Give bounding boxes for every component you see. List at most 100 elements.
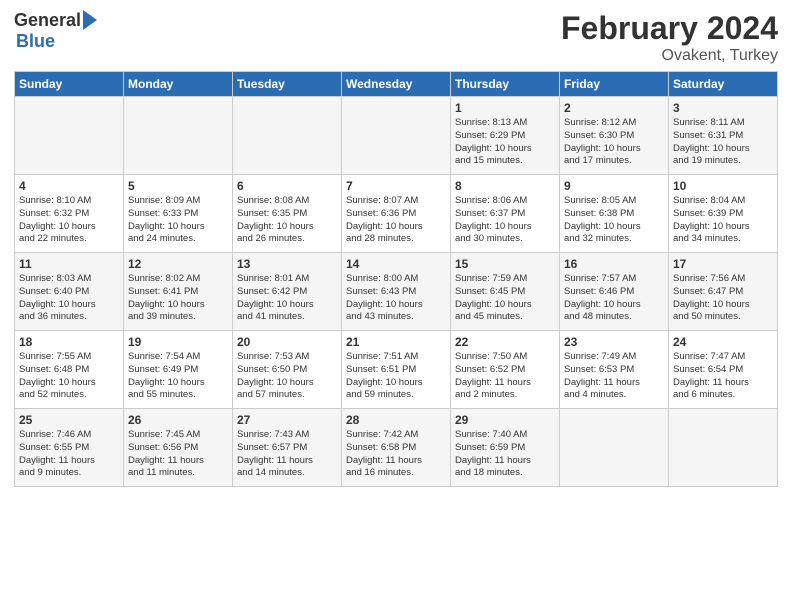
table-row: 5 Sunrise: 8:09 AM Sunset: 6:33 PM Daylig… — [124, 175, 233, 253]
date-number: 6 — [237, 179, 337, 193]
table-row: 8 Sunrise: 8:06 AM Sunset: 6:37 PM Daylig… — [451, 175, 560, 253]
main-title: February 2024 — [561, 10, 778, 47]
cell-details: Sunrise: 8:07 AM Sunset: 6:36 PM Dayligh… — [346, 195, 446, 246]
table-row: 11 Sunrise: 8:03 AM Sunset: 6:40 PM Dayli… — [15, 253, 124, 331]
logo: General Blue — [14, 10, 97, 52]
table-row: 27 Sunrise: 7:43 AM Sunset: 6:57 PM Dayli… — [233, 409, 342, 487]
cell-details: Sunrise: 8:01 AM Sunset: 6:42 PM Dayligh… — [237, 273, 337, 324]
table-row: 1 Sunrise: 8:13 AM Sunset: 6:29 PM Daylig… — [451, 97, 560, 175]
subtitle: Ovakent, Turkey — [561, 47, 778, 65]
date-number: 17 — [673, 257, 773, 271]
col-thursday: Thursday — [451, 72, 560, 97]
table-row: 17 Sunrise: 7:56 AM Sunset: 6:47 PM Dayli… — [669, 253, 778, 331]
date-number: 25 — [19, 413, 119, 427]
table-row: 3 Sunrise: 8:11 AM Sunset: 6:31 PM Daylig… — [669, 97, 778, 175]
cell-details: Sunrise: 8:08 AM Sunset: 6:35 PM Dayligh… — [237, 195, 337, 246]
logo-arrow-icon — [83, 10, 97, 30]
cell-details: Sunrise: 8:02 AM Sunset: 6:41 PM Dayligh… — [128, 273, 228, 324]
cell-details: Sunrise: 7:45 AM Sunset: 6:56 PM Dayligh… — [128, 429, 228, 480]
table-row: 24 Sunrise: 7:47 AM Sunset: 6:54 PM Dayli… — [669, 331, 778, 409]
table-row: 26 Sunrise: 7:45 AM Sunset: 6:56 PM Dayli… — [124, 409, 233, 487]
calendar-table: Sunday Monday Tuesday Wednesday Thursday… — [14, 71, 778, 487]
table-row — [15, 97, 124, 175]
cell-details: Sunrise: 7:47 AM Sunset: 6:54 PM Dayligh… — [673, 351, 773, 402]
table-row — [342, 97, 451, 175]
logo-blue-text: Blue — [16, 31, 55, 52]
calendar-header-row: Sunday Monday Tuesday Wednesday Thursday… — [15, 72, 778, 97]
date-number: 28 — [346, 413, 446, 427]
date-number: 20 — [237, 335, 337, 349]
calendar-week-row: 18 Sunrise: 7:55 AM Sunset: 6:48 PM Dayli… — [15, 331, 778, 409]
table-row: 12Sunrise: 8:02 AM Sunset: 6:41 PM Dayli… — [124, 253, 233, 331]
table-row: 25 Sunrise: 7:46 AM Sunset: 6:55 PM Dayli… — [15, 409, 124, 487]
col-sunday: Sunday — [15, 72, 124, 97]
cell-details: Sunrise: 8:10 AM Sunset: 6:32 PM Dayligh… — [19, 195, 119, 246]
date-number: 24 — [673, 335, 773, 349]
date-number: 8 — [455, 179, 555, 193]
table-row — [669, 409, 778, 487]
date-number: 16 — [564, 257, 664, 271]
date-number: 3 — [673, 101, 773, 115]
cell-details: Sunrise: 8:00 AM Sunset: 6:43 PM Dayligh… — [346, 273, 446, 324]
date-number: 15 — [455, 257, 555, 271]
page-container: General Blue February 2024 Ovakent, Turk… — [0, 0, 792, 495]
cell-details: Sunrise: 7:53 AM Sunset: 6:50 PM Dayligh… — [237, 351, 337, 402]
date-number: 2 — [564, 101, 664, 115]
table-row: 18 Sunrise: 7:55 AM Sunset: 6:48 PM Dayli… — [15, 331, 124, 409]
table-row — [233, 97, 342, 175]
table-row: 10Sunrise: 8:04 AM Sunset: 6:39 PM Dayli… — [669, 175, 778, 253]
cell-details: Sunrise: 7:54 AM Sunset: 6:49 PM Dayligh… — [128, 351, 228, 402]
date-number: 18 — [19, 335, 119, 349]
date-number: 4 — [19, 179, 119, 193]
date-number: 7 — [346, 179, 446, 193]
calendar-week-row: 25 Sunrise: 7:46 AM Sunset: 6:55 PM Dayli… — [15, 409, 778, 487]
col-wednesday: Wednesday — [342, 72, 451, 97]
date-number: 1 — [455, 101, 555, 115]
cell-details: Sunrise: 7:46 AM Sunset: 6:55 PM Dayligh… — [19, 429, 119, 480]
cell-details: Sunrise: 8:09 AM Sunset: 6:33 PM Dayligh… — [128, 195, 228, 246]
table-row: 23Sunrise: 7:49 AM Sunset: 6:53 PM Dayli… — [560, 331, 669, 409]
cell-details: Sunrise: 7:42 AM Sunset: 6:58 PM Dayligh… — [346, 429, 446, 480]
date-number: 27 — [237, 413, 337, 427]
cell-details: Sunrise: 7:51 AM Sunset: 6:51 PM Dayligh… — [346, 351, 446, 402]
cell-details: Sunrise: 7:43 AM Sunset: 6:57 PM Dayligh… — [237, 429, 337, 480]
date-number: 21 — [346, 335, 446, 349]
calendar-week-row: 11 Sunrise: 8:03 AM Sunset: 6:40 PM Dayli… — [15, 253, 778, 331]
cell-details: Sunrise: 7:59 AM Sunset: 6:45 PM Dayligh… — [455, 273, 555, 324]
table-row: 21 Sunrise: 7:51 AM Sunset: 6:51 PM Dayli… — [342, 331, 451, 409]
cell-details: Sunrise: 7:55 AM Sunset: 6:48 PM Dayligh… — [19, 351, 119, 402]
table-row: 22 Sunrise: 7:50 AM Sunset: 6:52 PM Dayli… — [451, 331, 560, 409]
logo-general-text: General — [14, 10, 81, 31]
date-number: 26 — [128, 413, 228, 427]
cell-details: Sunrise: 8:11 AM Sunset: 6:31 PM Dayligh… — [673, 117, 773, 168]
date-number: 22 — [455, 335, 555, 349]
col-tuesday: Tuesday — [233, 72, 342, 97]
cell-details: Sunrise: 8:13 AM Sunset: 6:29 PM Dayligh… — [455, 117, 555, 168]
date-number: 29 — [455, 413, 555, 427]
table-row — [560, 409, 669, 487]
table-row: 6 Sunrise: 8:08 AM Sunset: 6:35 PM Daylig… — [233, 175, 342, 253]
date-number: 13 — [237, 257, 337, 271]
date-number: 9 — [564, 179, 664, 193]
table-row: 15 Sunrise: 7:59 AM Sunset: 6:45 PM Dayli… — [451, 253, 560, 331]
cell-details: Sunrise: 7:50 AM Sunset: 6:52 PM Dayligh… — [455, 351, 555, 402]
date-number: 5 — [128, 179, 228, 193]
table-row — [124, 97, 233, 175]
header: General Blue February 2024 Ovakent, Turk… — [14, 10, 778, 65]
col-monday: Monday — [124, 72, 233, 97]
cell-details: Sunrise: 7:56 AM Sunset: 6:47 PM Dayligh… — [673, 273, 773, 324]
cell-details: Sunrise: 7:57 AM Sunset: 6:46 PM Dayligh… — [564, 273, 664, 324]
cell-details: Sunrise: 8:03 AM Sunset: 6:40 PM Dayligh… — [19, 273, 119, 324]
title-block: February 2024 Ovakent, Turkey — [561, 10, 778, 65]
col-saturday: Saturday — [669, 72, 778, 97]
table-row: 29Sunrise: 7:40 AM Sunset: 6:59 PM Dayli… — [451, 409, 560, 487]
table-row: 9 Sunrise: 8:05 AM Sunset: 6:38 PM Daylig… — [560, 175, 669, 253]
cell-details: Sunrise: 8:05 AM Sunset: 6:38 PM Dayligh… — [564, 195, 664, 246]
date-number: 11 — [19, 257, 119, 271]
date-number: 10 — [673, 179, 773, 193]
cell-details: Sunrise: 8:06 AM Sunset: 6:37 PM Dayligh… — [455, 195, 555, 246]
col-friday: Friday — [560, 72, 669, 97]
table-row: 20 Sunrise: 7:53 AM Sunset: 6:50 PM Dayli… — [233, 331, 342, 409]
cell-details: Sunrise: 7:49 AM Sunset: 6:53 PM Dayligh… — [564, 351, 664, 402]
table-row: 16 Sunrise: 7:57 AM Sunset: 6:46 PM Dayli… — [560, 253, 669, 331]
